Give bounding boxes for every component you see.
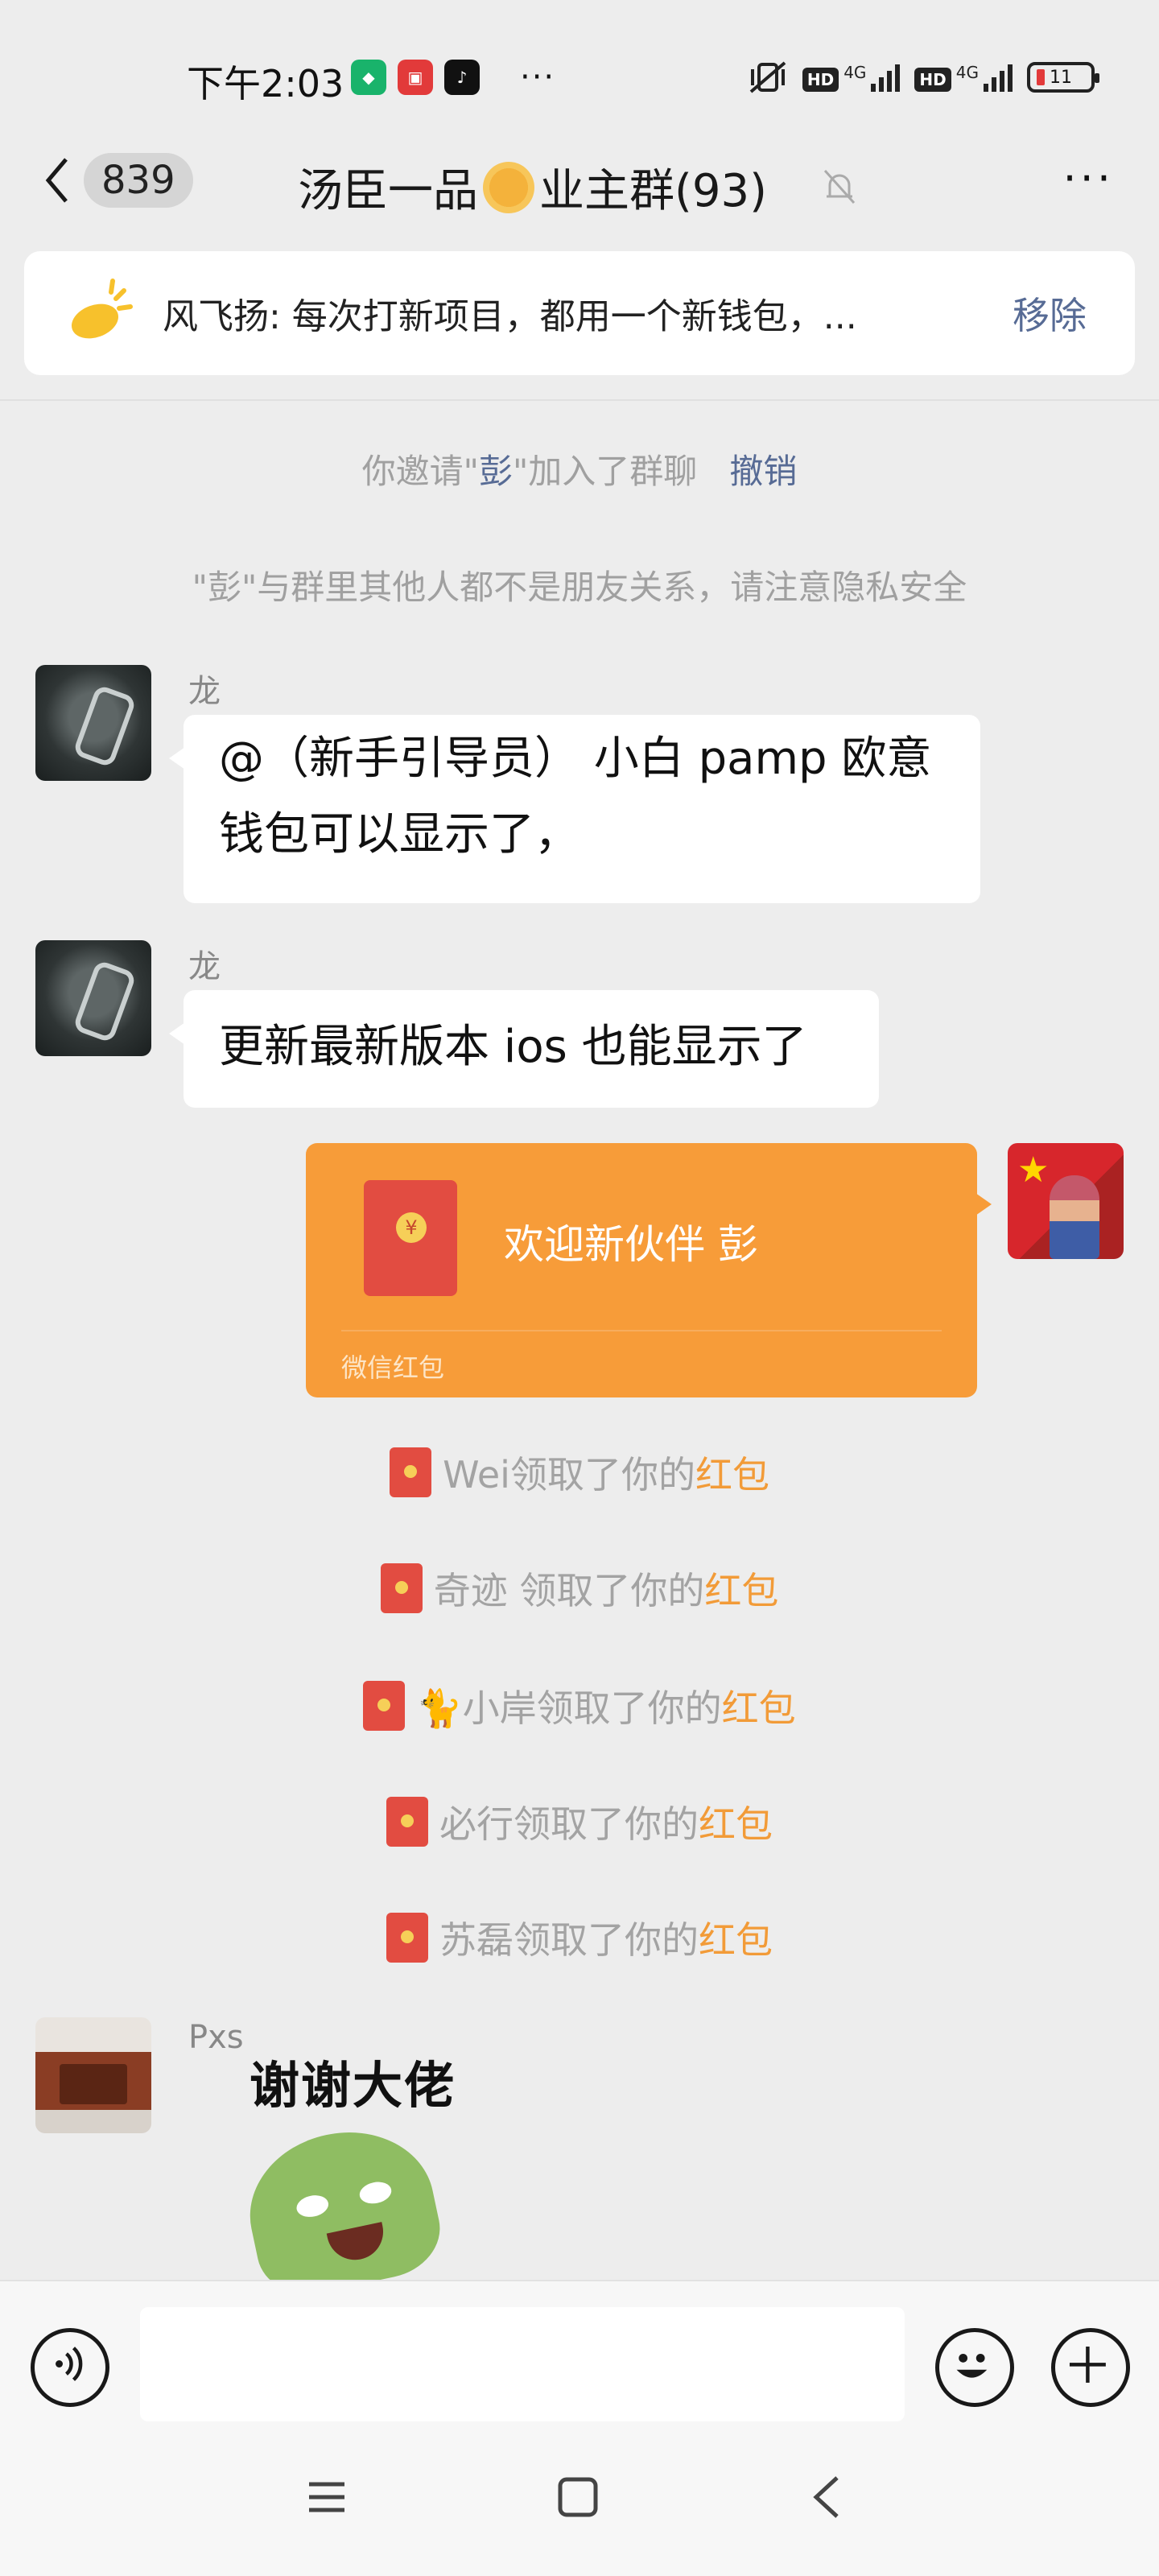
receipt-text: 领取了你的 [509,1453,695,1496]
sticker-message[interactable]: 谢谢大佬 [217,2045,507,2304]
chat-title-prefix: 汤臣一品 [298,165,478,217]
red-envelope-icon [386,1797,428,1847]
receiver-name: Wei [443,1453,510,1496]
voice-input-button[interactable] [31,2328,109,2407]
remove-pinned-button[interactable]: 移除 [1013,287,1087,340]
battery-level [1037,69,1045,85]
emoji-button[interactable] [935,2328,1014,2407]
chevron-left-icon [45,158,68,203]
message-bubble[interactable]: 更新最新版本 ios 也能显示了 [169,990,879,1108]
status-bar: 下午2:03 ◆ ▣ ♪ ··· HD 4G HD 4G 11 [0,0,1159,145]
red-packet-receipt: 奇迹 领取了你的红包 [0,1562,1159,1615]
back-button[interactable]: 839 [43,153,193,208]
my-avatar[interactable] [1008,1143,1124,1259]
receipt-text: 领取了你的 [519,1569,705,1612]
receipt-text: 领取了你的 [514,1918,699,1962]
pinned-message-banner[interactable]: 风飞扬: 每次打新项目，都用一个新钱包，... 移除 [24,251,1135,375]
status-time: 下午2:03 [187,62,344,105]
receipt-text: 领取了你的 [514,1802,699,1846]
receiver-name: 奇迹 [433,1569,520,1612]
mute-bell-icon [823,169,856,204]
red-packet-divider [341,1330,942,1331]
hd-badge: HD [914,68,951,92]
battery-icon: 11 [1027,62,1099,93]
voice-icon [56,2347,83,2381]
more-options-button[interactable]: ··· [1063,157,1115,200]
unread-count-badge: 839 [84,153,193,208]
vibrate-mute-icon [749,61,786,93]
receiver-name: 🐈小岸 [416,1686,537,1730]
chat-header: 839 汤臣一品 业主群(93) ··· [0,145,1159,242]
red-packet-label: 微信红包 [341,1352,445,1383]
frog-sticker-image [235,2116,449,2304]
status-indicators: HD 4G HD 4G 11 [748,60,1099,95]
invite-system-message: 你邀请"彭"加入了群聊 撤销 [0,444,1159,493]
receipt-text: 领取了你的 [536,1686,722,1730]
system-nav-bar [0,2425,1159,2576]
red-app-icon: ▣ [398,60,433,95]
red-packet-link[interactable]: 红包 [722,1686,796,1730]
red-packet-message[interactable]: 欢迎新伙伴 彭 微信红包 [306,1143,992,1397]
receiver-name: 必行 [439,1802,514,1846]
signal-sim2: HD 4G [914,63,1013,92]
menu-icon[interactable] [303,2473,351,2521]
red-envelope-icon [390,1447,432,1497]
back-nav-icon[interactable] [805,2473,853,2521]
invite-text-before: 你邀请" [361,452,479,491]
network-type: 4G [955,63,979,82]
signal-bars-icon [984,63,1013,92]
red-packet-title: 欢迎新伙伴 彭 [504,1221,758,1268]
chat-input-bar [0,2280,1159,2425]
tiktok-icon: ♪ [444,60,480,95]
more-actions-button[interactable] [1051,2328,1130,2407]
chat-title[interactable]: 汤臣一品 业主群(93) [298,155,767,220]
plus-icon [1069,2346,1106,2383]
red-packet-link[interactable]: 红包 [704,1569,778,1612]
invite-text-after: "加入了群聊 [512,452,698,491]
red-packet-receipt: 必行领取了你的红包 [0,1795,1159,1848]
red-packet-link[interactable]: 红包 [699,1802,773,1846]
red-packet-receipt: 🐈小岸领取了你的红包 [0,1679,1159,1732]
red-packet-link[interactable]: 红包 [695,1453,769,1496]
sender-name: 龙 [188,673,221,710]
status-more-dots: ··· [520,59,556,96]
message-bubble[interactable]: @（新手引导员） 小白 pamp 欧意 钱包可以显示了， [169,715,980,903]
invitee-name-link[interactable]: 彭 [479,452,513,491]
sticker-caption: 谢谢大佬 [250,2056,456,2115]
sun-emoji-icon [483,161,534,213]
battery-text: 11 [1050,67,1072,88]
privacy-notice: "彭"与群里其他人都不是朋友关系，请注意隐私安全 [192,568,967,607]
receiver-name: 苏磊 [439,1918,514,1962]
avatar[interactable] [35,940,151,1056]
message-text: 更新最新版本 ios 也能显示了 [219,1021,807,1073]
red-packet-receipt: Wei领取了你的红包 [0,1446,1159,1499]
message-text-line: 钱包可以显示了， [219,808,580,861]
undo-invite-link[interactable]: 撤销 [729,452,797,491]
red-packet-receipt: 苏磊领取了你的红包 [0,1911,1159,1964]
status-app-icons: ◆ ▣ ♪ ··· [351,60,555,95]
announcement-horn-icon [71,279,133,339]
avatar[interactable] [35,2017,151,2133]
chat-title-suffix: 业主群(93) [539,165,767,217]
message-input[interactable] [140,2307,905,2421]
red-packet-link[interactable]: 红包 [699,1918,773,1962]
signal-sim1: HD 4G [802,63,901,92]
avatar[interactable] [35,665,151,781]
hd-badge: HD [802,68,839,92]
red-envelope-icon [380,1563,423,1613]
network-type: 4G [843,63,867,82]
smiley-icon [956,2353,988,2378]
red-envelope-icon [363,1681,406,1731]
red-envelope-icon [386,1913,428,1963]
red-envelope-icon [364,1180,457,1296]
pinned-message-text: 风飞扬: 每次打新项目，都用一个新钱包，... [163,296,857,337]
message-text-line: @（新手引导员） 小白 pamp 欧意 [219,733,932,785]
header-divider [0,399,1159,401]
home-icon[interactable] [554,2473,602,2521]
sender-name: 龙 [188,948,221,985]
signal-bars-icon [871,63,901,92]
shield-app-icon: ◆ [351,60,386,95]
